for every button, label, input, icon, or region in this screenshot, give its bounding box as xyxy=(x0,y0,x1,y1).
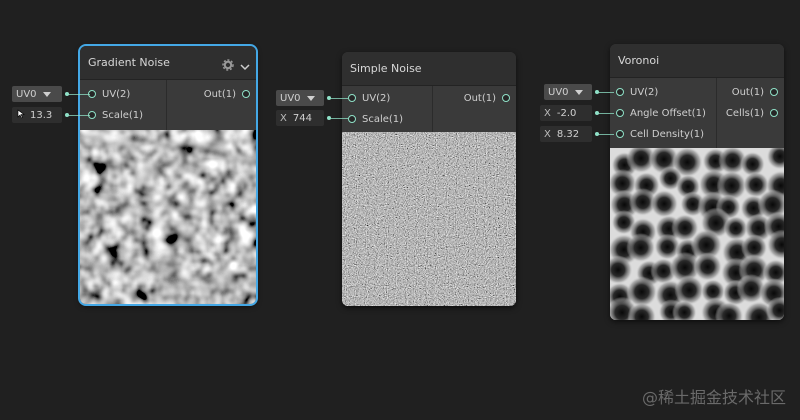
port-circle[interactable] xyxy=(616,109,624,117)
node-title: Simple Noise xyxy=(350,62,422,75)
gradient-noise-preview xyxy=(80,130,256,304)
uv-channel-dropdown[interactable]: UV0 xyxy=(544,84,592,100)
voronoi-cell xyxy=(693,252,723,282)
gradient-noise-node[interactable]: Gradient Noise UV(2) Scale(1) Out(1) xyxy=(78,44,258,306)
voronoi-preview xyxy=(610,148,784,320)
scale-field[interactable]: X 744 xyxy=(276,110,324,126)
angle-offset-field[interactable]: X -2.0 xyxy=(540,105,592,121)
port-circle[interactable] xyxy=(616,88,624,96)
voronoi-header[interactable]: Voronoi xyxy=(610,44,784,78)
port-circle[interactable] xyxy=(348,115,356,123)
input-port-uv[interactable]: UV(2) xyxy=(348,88,396,108)
voronoi-cell xyxy=(674,275,705,306)
node-title: Voronoi xyxy=(618,54,660,67)
gear-icon[interactable] xyxy=(222,56,234,71)
scale-field[interactable]: 13.3 xyxy=(12,107,62,123)
simple-noise-header[interactable]: Simple Noise xyxy=(342,52,516,86)
input-port-uv[interactable]: UV(2) xyxy=(88,84,136,104)
port-circle[interactable] xyxy=(770,88,778,96)
chevron-down-icon[interactable] xyxy=(240,57,250,71)
voronoi-cell xyxy=(766,148,784,170)
port-circle[interactable] xyxy=(770,109,778,117)
output-port-cells[interactable]: Cells(1) xyxy=(720,103,778,123)
port-circle[interactable] xyxy=(348,94,356,102)
dropdown-arrow-icon xyxy=(306,95,315,101)
input-port-scale[interactable]: Scale(1) xyxy=(348,109,409,129)
gradient-noise-header[interactable]: Gradient Noise xyxy=(80,46,256,80)
input-port-scale[interactable]: Scale(1) xyxy=(88,105,149,125)
output-port-out[interactable]: Out(1) xyxy=(458,88,510,108)
dropdown-arrow-icon xyxy=(574,89,583,95)
port-circle[interactable] xyxy=(242,90,250,98)
uv-channel-dropdown[interactable]: UV0 xyxy=(12,86,62,102)
dropdown-arrow-icon xyxy=(42,91,51,97)
node-title: Gradient Noise xyxy=(88,56,170,69)
uv-channel-dropdown[interactable]: UV0 xyxy=(276,90,324,106)
voronoi-cell xyxy=(626,233,656,263)
simple-noise-node[interactable]: Simple Noise UV(2) Scale(1) Out(1) xyxy=(342,52,516,306)
voronoi-cell xyxy=(650,189,679,218)
voronoi-node[interactable]: Voronoi UV(2) Angle Offset(1) Cell Densi… xyxy=(610,44,784,320)
simple-noise-preview xyxy=(342,132,516,306)
input-port-uv[interactable]: UV(2) xyxy=(616,82,664,102)
port-circle[interactable] xyxy=(502,94,510,102)
input-port-angle-offset[interactable]: Angle Offset(1) xyxy=(616,103,712,123)
input-port-cell-density[interactable]: Cell Density(1) xyxy=(616,124,710,144)
drag-handle-icon[interactable] xyxy=(16,108,26,122)
port-circle[interactable] xyxy=(616,130,624,138)
output-port-out[interactable]: Out(1) xyxy=(726,82,778,102)
output-port-out[interactable]: Out(1) xyxy=(198,84,250,104)
watermark: @稀土掘金技术社区 xyxy=(641,388,786,407)
cell-density-field[interactable]: X 8.32 xyxy=(540,126,592,142)
